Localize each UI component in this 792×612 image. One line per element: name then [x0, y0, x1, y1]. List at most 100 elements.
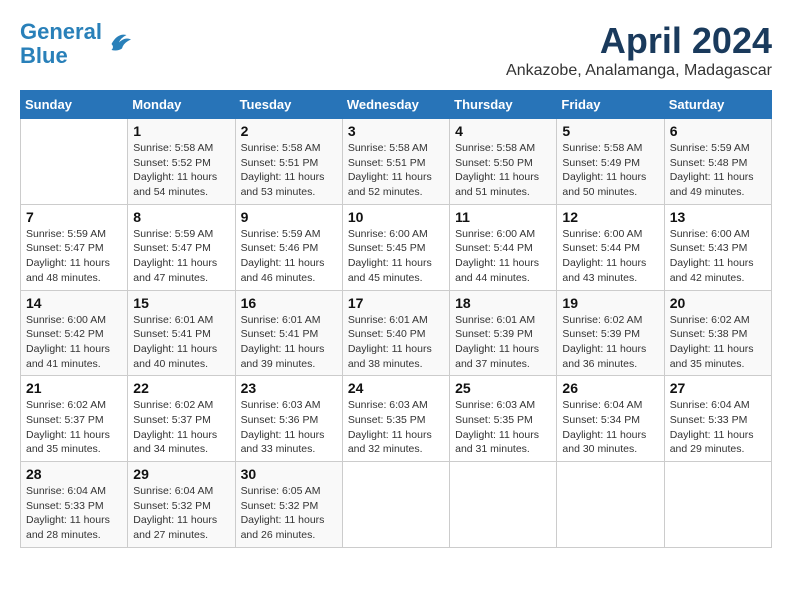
day-info: Sunrise: 6:01 AM Sunset: 5:39 PM Dayligh…	[455, 313, 551, 372]
day-cell: 21 Sunrise: 6:02 AM Sunset: 5:37 PM Dayli…	[21, 376, 128, 462]
day-cell: 17Sunrise: 6:01 AM Sunset: 5:40 PM Dayli…	[342, 290, 449, 376]
day-info: Sunrise: 6:03 AM Sunset: 5:36 PM Dayligh…	[241, 398, 337, 457]
day-cell: 25Sunrise: 6:03 AM Sunset: 5:35 PM Dayli…	[450, 376, 557, 462]
day-info: Sunrise: 5:59 AM Sunset: 5:47 PM Dayligh…	[26, 227, 122, 286]
day-number: 15	[133, 295, 229, 311]
month-title: April 2024	[506, 20, 772, 62]
logo-blue: Blue	[20, 43, 68, 68]
day-info: Sunrise: 6:00 AM Sunset: 5:44 PM Dayligh…	[455, 227, 551, 286]
logo-general: General	[20, 19, 102, 44]
day-info: Sunrise: 5:58 AM Sunset: 5:50 PM Dayligh…	[455, 141, 551, 200]
day-cell: 12Sunrise: 6:00 AM Sunset: 5:44 PM Dayli…	[557, 204, 664, 290]
day-info: Sunrise: 6:01 AM Sunset: 5:41 PM Dayligh…	[241, 313, 337, 372]
col-header-thursday: Thursday	[450, 91, 557, 119]
day-cell: 18 Sunrise: 6:01 AM Sunset: 5:39 PM Dayli…	[450, 290, 557, 376]
day-number: 13	[670, 209, 766, 225]
day-cell: 8Sunrise: 5:59 AM Sunset: 5:47 PM Daylig…	[128, 204, 235, 290]
week-row-2: 7 Sunrise: 5:59 AM Sunset: 5:47 PM Daylig…	[21, 204, 772, 290]
day-info: Sunrise: 6:05 AM Sunset: 5:32 PM Dayligh…	[241, 484, 337, 543]
day-cell: 15 Sunrise: 6:01 AM Sunset: 5:41 PM Dayli…	[128, 290, 235, 376]
location-title: Ankazobe, Analamanga, Madagascar	[506, 62, 772, 80]
day-info: Sunrise: 5:58 AM Sunset: 5:51 PM Dayligh…	[348, 141, 444, 200]
col-header-monday: Monday	[128, 91, 235, 119]
day-cell: 28Sunrise: 6:04 AM Sunset: 5:33 PM Dayli…	[21, 462, 128, 548]
day-info: Sunrise: 6:04 AM Sunset: 5:33 PM Dayligh…	[670, 398, 766, 457]
day-number: 6	[670, 123, 766, 139]
title-block: April 2024 Ankazobe, Analamanga, Madagas…	[506, 20, 772, 80]
day-number: 7	[26, 209, 122, 225]
day-number: 5	[562, 123, 658, 139]
day-cell: 2Sunrise: 5:58 AM Sunset: 5:51 PM Daylig…	[235, 119, 342, 205]
day-number: 4	[455, 123, 551, 139]
day-info: Sunrise: 6:00 AM Sunset: 5:42 PM Dayligh…	[26, 313, 122, 372]
day-number: 9	[241, 209, 337, 225]
day-info: Sunrise: 6:02 AM Sunset: 5:37 PM Dayligh…	[133, 398, 229, 457]
day-cell: 6Sunrise: 5:59 AM Sunset: 5:48 PM Daylig…	[664, 119, 771, 205]
day-cell: 26Sunrise: 6:04 AM Sunset: 5:34 PM Dayli…	[557, 376, 664, 462]
day-number: 18	[455, 295, 551, 311]
day-info: Sunrise: 6:04 AM Sunset: 5:33 PM Dayligh…	[26, 484, 122, 543]
day-number: 20	[670, 295, 766, 311]
day-number: 27	[670, 380, 766, 396]
day-number: 8	[133, 209, 229, 225]
week-row-1: 1 Sunrise: 5:58 AM Sunset: 5:52 PM Daylig…	[21, 119, 772, 205]
col-header-wednesday: Wednesday	[342, 91, 449, 119]
day-number: 3	[348, 123, 444, 139]
day-number: 26	[562, 380, 658, 396]
day-info: Sunrise: 5:58 AM Sunset: 5:49 PM Dayligh…	[562, 141, 658, 200]
week-row-5: 28Sunrise: 6:04 AM Sunset: 5:33 PM Dayli…	[21, 462, 772, 548]
week-row-3: 14 Sunrise: 6:00 AM Sunset: 5:42 PM Dayli…	[21, 290, 772, 376]
day-info: Sunrise: 5:58 AM Sunset: 5:51 PM Dayligh…	[241, 141, 337, 200]
day-cell: 23 Sunrise: 6:03 AM Sunset: 5:36 PM Dayli…	[235, 376, 342, 462]
day-cell: 5 Sunrise: 5:58 AM Sunset: 5:49 PM Daylig…	[557, 119, 664, 205]
day-info: Sunrise: 6:03 AM Sunset: 5:35 PM Dayligh…	[348, 398, 444, 457]
calendar-header-row: SundayMondayTuesdayWednesdayThursdayFrid…	[21, 91, 772, 119]
day-number: 12	[562, 209, 658, 225]
day-cell: 24 Sunrise: 6:03 AM Sunset: 5:35 PM Dayli…	[342, 376, 449, 462]
day-info: Sunrise: 6:04 AM Sunset: 5:32 PM Dayligh…	[133, 484, 229, 543]
day-cell: 30 Sunrise: 6:05 AM Sunset: 5:32 PM Dayli…	[235, 462, 342, 548]
week-row-4: 21 Sunrise: 6:02 AM Sunset: 5:37 PM Dayli…	[21, 376, 772, 462]
day-number: 10	[348, 209, 444, 225]
day-number: 29	[133, 466, 229, 482]
day-number: 14	[26, 295, 122, 311]
day-info: Sunrise: 6:02 AM Sunset: 5:38 PM Dayligh…	[670, 313, 766, 372]
day-number: 21	[26, 380, 122, 396]
day-number: 19	[562, 295, 658, 311]
col-header-sunday: Sunday	[21, 91, 128, 119]
day-number: 1	[133, 123, 229, 139]
day-info: Sunrise: 6:00 AM Sunset: 5:45 PM Dayligh…	[348, 227, 444, 286]
day-info: Sunrise: 5:59 AM Sunset: 5:46 PM Dayligh…	[241, 227, 337, 286]
day-info: Sunrise: 5:58 AM Sunset: 5:52 PM Dayligh…	[133, 141, 229, 200]
col-header-saturday: Saturday	[664, 91, 771, 119]
day-cell: 10 Sunrise: 6:00 AM Sunset: 5:45 PM Dayli…	[342, 204, 449, 290]
day-cell	[450, 462, 557, 548]
day-cell	[664, 462, 771, 548]
day-cell: 4 Sunrise: 5:58 AM Sunset: 5:50 PM Daylig…	[450, 119, 557, 205]
day-cell: 16Sunrise: 6:01 AM Sunset: 5:41 PM Dayli…	[235, 290, 342, 376]
col-header-tuesday: Tuesday	[235, 91, 342, 119]
day-cell: 13Sunrise: 6:00 AM Sunset: 5:43 PM Dayli…	[664, 204, 771, 290]
day-cell: 1 Sunrise: 5:58 AM Sunset: 5:52 PM Daylig…	[128, 119, 235, 205]
day-info: Sunrise: 6:02 AM Sunset: 5:39 PM Dayligh…	[562, 313, 658, 372]
day-cell	[21, 119, 128, 205]
logo-text: General Blue	[20, 20, 102, 68]
day-cell: 7 Sunrise: 5:59 AM Sunset: 5:47 PM Daylig…	[21, 204, 128, 290]
day-cell: 19 Sunrise: 6:02 AM Sunset: 5:39 PM Dayli…	[557, 290, 664, 376]
day-cell: 22 Sunrise: 6:02 AM Sunset: 5:37 PM Dayli…	[128, 376, 235, 462]
day-cell	[557, 462, 664, 548]
day-number: 23	[241, 380, 337, 396]
day-cell: 20 Sunrise: 6:02 AM Sunset: 5:38 PM Dayli…	[664, 290, 771, 376]
day-cell: 29 Sunrise: 6:04 AM Sunset: 5:32 PM Dayli…	[128, 462, 235, 548]
day-info: Sunrise: 6:02 AM Sunset: 5:37 PM Dayligh…	[26, 398, 122, 457]
calendar-table: SundayMondayTuesdayWednesdayThursdayFrid…	[20, 90, 772, 548]
day-number: 17	[348, 295, 444, 311]
page-header: General Blue April 2024 Ankazobe, Analam…	[20, 20, 772, 80]
day-info: Sunrise: 6:01 AM Sunset: 5:41 PM Dayligh…	[133, 313, 229, 372]
logo-bird-icon	[104, 29, 134, 59]
day-cell	[342, 462, 449, 548]
day-number: 30	[241, 466, 337, 482]
day-number: 22	[133, 380, 229, 396]
logo: General Blue	[20, 20, 134, 68]
day-number: 24	[348, 380, 444, 396]
